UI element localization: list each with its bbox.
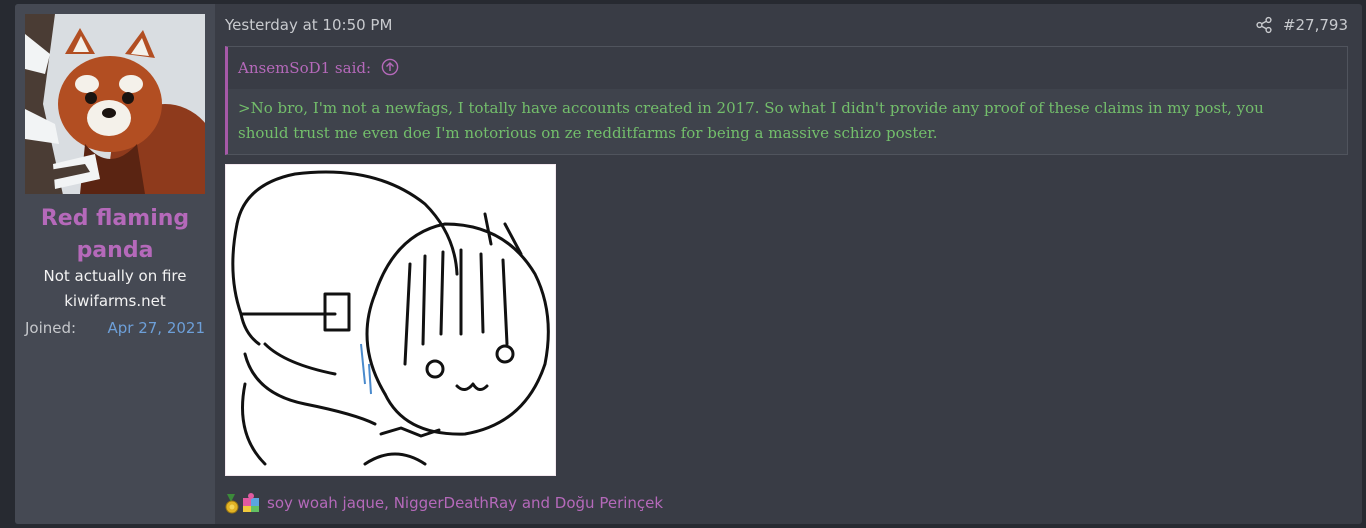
quote-line: should trust me even doe I'm notorious o… — [238, 124, 938, 142]
joined-label: Joined: — [25, 319, 77, 337]
quote-header: AnsemSoD1 said: — [228, 47, 1347, 89]
joined-row: Joined: Apr 27, 2021 — [25, 318, 205, 338]
post-timestamp[interactable]: Yesterday at 10:50 PM — [225, 14, 392, 36]
username[interactable]: Red flaming panda — [25, 203, 205, 267]
quote-author[interactable]: AnsemSoD1 said: — [238, 58, 371, 78]
joined-date: Apr 27, 2021 — [107, 319, 205, 337]
user-title: Not actually on fire — [43, 267, 187, 285]
forum-post: Red flaming panda Not actually on fire k… — [15, 4, 1362, 524]
user-site: kiwifarms.net — [64, 292, 166, 310]
medal-icon — [225, 494, 239, 514]
quote-block: AnsemSoD1 said: >No bro, I'm not a newfa… — [225, 46, 1348, 155]
post-number[interactable]: #27,793 — [1283, 14, 1348, 36]
quote-line: >No bro, I'm not a newfags, I totally ha… — [238, 99, 1264, 117]
attached-image[interactable] — [225, 164, 556, 476]
reaction-icons[interactable] — [223, 492, 265, 514]
user-panel: Red flaming panda Not actually on fire k… — [15, 4, 215, 524]
quote-body: >No bro, I'm not a newfags, I totally ha… — [238, 96, 1333, 146]
arrow-up-circle-icon[interactable] — [381, 58, 399, 76]
reaction-users[interactable]: soy woah jaque, NiggerDeathRay and Doğu … — [267, 492, 663, 514]
share-icon[interactable] — [1255, 16, 1273, 34]
user-avatar[interactable] — [25, 14, 205, 194]
puzzle-icon — [243, 493, 259, 512]
